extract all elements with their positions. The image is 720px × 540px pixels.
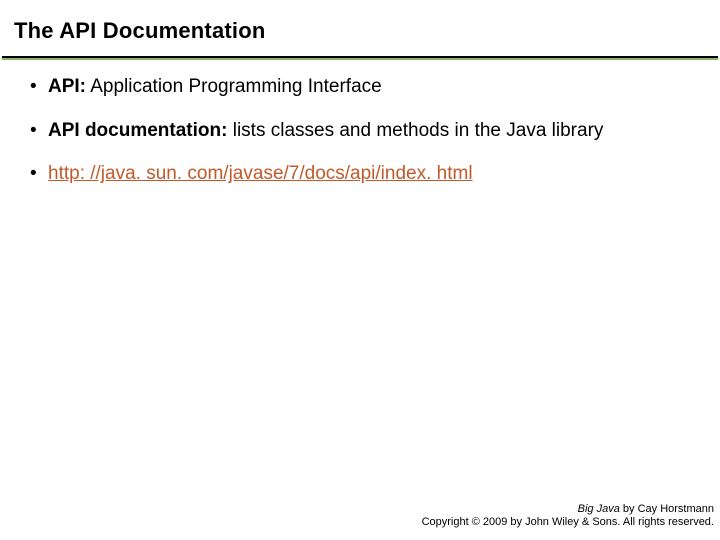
- bullet-item-2: • API documentation: lists classes and m…: [30, 118, 690, 144]
- title-block: The API Documentation: [0, 0, 720, 50]
- bullet-item-3: • http: //java. sun. com/javase/7/docs/a…: [30, 161, 690, 187]
- bullet-1-body: Application Programming Interface: [86, 76, 382, 97]
- bullet-dot-icon: •: [30, 118, 48, 144]
- bullet-text-3: http: //java. sun. com/javase/7/docs/api…: [48, 161, 690, 187]
- bullet-2-label: API documentation:: [48, 120, 227, 141]
- bullet-1-label: API:: [48, 76, 86, 97]
- bullet-text-1: API: Application Programming Interface: [48, 74, 690, 100]
- content-area: • API: Application Programming Interface…: [0, 60, 720, 187]
- bullet-dot-icon: •: [30, 74, 48, 100]
- footer-byline: by Cay Horstmann: [620, 503, 714, 515]
- slide: The API Documentation • API: Application…: [0, 0, 720, 540]
- bullet-dot-icon: •: [30, 161, 48, 187]
- footer-line-1: Big Java by Cay Horstmann: [422, 503, 714, 517]
- slide-title: The API Documentation: [14, 18, 706, 44]
- footer-copyright: Copyright © 2009 by John Wiley & Sons. A…: [422, 516, 714, 530]
- bullet-2-body: lists classes and methods in the Java li…: [227, 120, 603, 141]
- footer: Big Java by Cay Horstmann Copyright © 20…: [422, 503, 714, 531]
- footer-book-title: Big Java: [578, 503, 620, 515]
- bullet-text-2: API documentation: lists classes and met…: [48, 118, 690, 144]
- api-link[interactable]: http: //java. sun. com/javase/7/docs/api…: [48, 163, 473, 184]
- bullet-item-1: • API: Application Programming Interface: [30, 74, 690, 100]
